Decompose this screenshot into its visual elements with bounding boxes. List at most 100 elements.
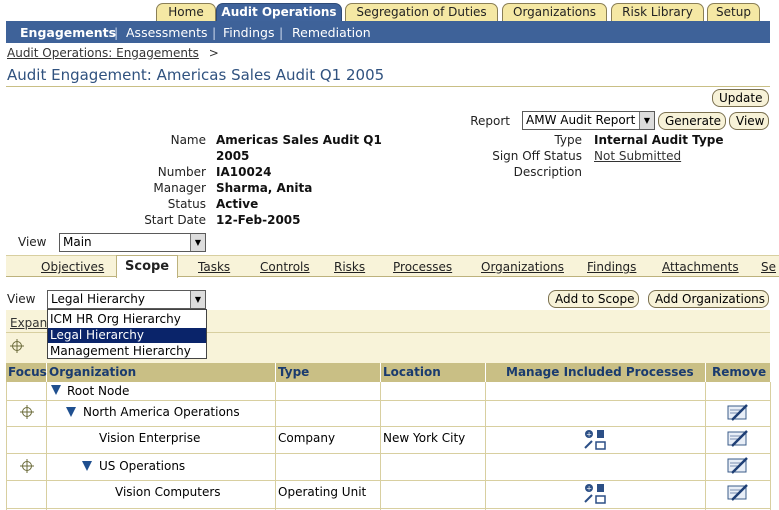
subnav-separator: | (212, 25, 217, 40)
scope-view-label: View (7, 292, 36, 306)
report-select[interactable]: AMW Audit Report ▼ (522, 111, 655, 130)
view-main-value: Main (63, 235, 92, 249)
subnav-assessments[interactable]: Assessments (126, 25, 208, 40)
grid-line (770, 382, 771, 510)
collapse-triangle-icon[interactable] (82, 461, 92, 471)
manager-value: Sharma, Anita (216, 181, 313, 195)
expand-link[interactable]: Expan (10, 316, 47, 330)
add-organizations-button[interactable]: Add Organizations (648, 290, 769, 308)
top-tab-segregation-of-duties[interactable]: Segregation of Duties (345, 3, 498, 21)
grid-line (6, 400, 770, 401)
signoff-value[interactable]: Not Submitted (594, 149, 681, 163)
title-divider (6, 86, 770, 87)
sub-navigation: Engagements | Assessments | Findings | R… (6, 21, 770, 43)
start-date-value: 12-Feb-2005 (216, 213, 301, 227)
subnav-separator: | (114, 25, 119, 40)
tab-organizations[interactable]: Organizations (481, 260, 564, 274)
tab-attachments[interactable]: Attachments (662, 260, 739, 274)
report-select-value: AMW Audit Report (526, 113, 636, 127)
status-value: Active (216, 197, 259, 211)
remove-pencil-icon[interactable] (726, 456, 750, 476)
column-header-organization: Organization (47, 363, 275, 382)
top-tab-setup[interactable]: Setup (707, 3, 760, 21)
grid-line (6, 508, 770, 509)
column-header-remove: Remove (706, 363, 770, 382)
breadcrumb-separator: > (208, 46, 219, 60)
add-to-scope-button[interactable]: Add to Scope (548, 290, 639, 308)
subnav-engagements[interactable]: Engagements (20, 25, 116, 40)
name-label: Name (170, 133, 206, 147)
scope-view-dropdown: ICM HR Org Hierarchy Legal Hierarchy Man… (47, 309, 207, 359)
table-row-organization: US Operations (99, 459, 186, 473)
focus-icon[interactable] (20, 405, 34, 419)
top-tab-audit-operations[interactable]: Audit Operations (216, 3, 342, 21)
subnav-remediation[interactable]: Remediation (292, 25, 371, 40)
top-tab-home[interactable]: Home (156, 3, 216, 21)
manage-processes-icon[interactable]: + (583, 428, 607, 452)
tab-controls[interactable]: Controls (260, 260, 310, 274)
column-header-focus: Focus (6, 363, 47, 382)
number-value: IA10024 (216, 165, 272, 179)
table-row-type: Company (278, 431, 336, 445)
top-tab-risk-library[interactable]: Risk Library (611, 3, 704, 21)
focus-icon[interactable] (10, 339, 24, 353)
tab-objectives[interactable]: Objectives (41, 260, 104, 274)
top-tab-organizations[interactable]: Organizations (502, 3, 607, 21)
chevron-down-icon: ▼ (190, 234, 205, 251)
remove-pencil-icon[interactable] (726, 483, 750, 503)
tab-more[interactable]: Se (761, 260, 776, 274)
focus-icon[interactable] (20, 459, 34, 473)
grid-line (46, 382, 47, 510)
column-header-manage-processes: Manage Included Processes (486, 363, 705, 382)
option-icm-hr-org-hierarchy[interactable]: ICM HR Org Hierarchy (48, 312, 206, 327)
status-label: Status (167, 197, 206, 211)
signoff-label: Sign Off Status (492, 149, 582, 163)
remove-pencil-icon[interactable] (726, 429, 750, 449)
update-button[interactable]: Update (712, 89, 769, 107)
name-value-line2: 2005 (216, 149, 250, 163)
table-row-organization: North America Operations (83, 405, 240, 419)
table-row-organization: Vision Computers (115, 485, 221, 499)
breadcrumb-engagements-link[interactable]: Audit Operations: Engagements (7, 46, 199, 60)
subnav-findings[interactable]: Findings (223, 25, 274, 40)
name-value: Americas Sales Audit Q1 (216, 133, 382, 147)
table-row-type: Operating Unit (278, 485, 367, 499)
grid-line (6, 453, 770, 454)
report-label: Report (470, 114, 510, 128)
manage-processes-icon[interactable]: + (583, 482, 607, 506)
grid-line (6, 382, 7, 510)
collapse-triangle-icon[interactable] (66, 407, 76, 417)
subnav-separator: | (279, 25, 284, 40)
view-button[interactable]: View (729, 112, 769, 130)
scope-view-select[interactable]: Legal Hierarchy ▼ (47, 290, 206, 309)
type-label: Type (554, 133, 582, 147)
manager-label: Manager (153, 181, 206, 195)
tab-tasks[interactable]: Tasks (198, 260, 230, 274)
tab-risks[interactable]: Risks (334, 260, 365, 274)
option-legal-hierarchy[interactable]: Legal Hierarchy (48, 328, 206, 343)
view-main-label: View (18, 235, 47, 249)
page-title: Audit Engagement: Americas Sales Audit Q… (7, 66, 385, 84)
collapse-triangle-icon[interactable] (51, 385, 61, 395)
signoff-link[interactable]: Not Submitted (594, 149, 681, 163)
tab-processes[interactable]: Processes (393, 260, 452, 274)
table-row-organization: Vision Enterprise (99, 431, 201, 445)
svg-text:+: + (586, 485, 592, 493)
breadcrumb: Audit Operations: Engagements > (7, 46, 219, 60)
option-management-hierarchy[interactable]: Management Hierarchy (48, 344, 206, 359)
remove-pencil-icon[interactable] (726, 403, 750, 423)
number-label: Number (157, 165, 206, 179)
grid-line (705, 382, 706, 510)
scope-view-value: Legal Hierarchy (51, 292, 145, 306)
tab-findings[interactable]: Findings (587, 260, 636, 274)
grid-line (6, 426, 770, 427)
generate-button[interactable]: Generate (658, 112, 726, 130)
grid-line (380, 382, 381, 510)
detail-tabs: Objectives Scope Tasks Controls Risks Pr… (6, 255, 779, 278)
view-main-select[interactable]: Main ▼ (59, 233, 206, 252)
tab-scope[interactable]: Scope (116, 255, 179, 278)
type-value: Internal Audit Type (594, 133, 724, 147)
table-row-organization: Root Node (67, 384, 130, 398)
table-row-location: New York City (383, 431, 466, 445)
column-header-type: Type (276, 363, 380, 382)
